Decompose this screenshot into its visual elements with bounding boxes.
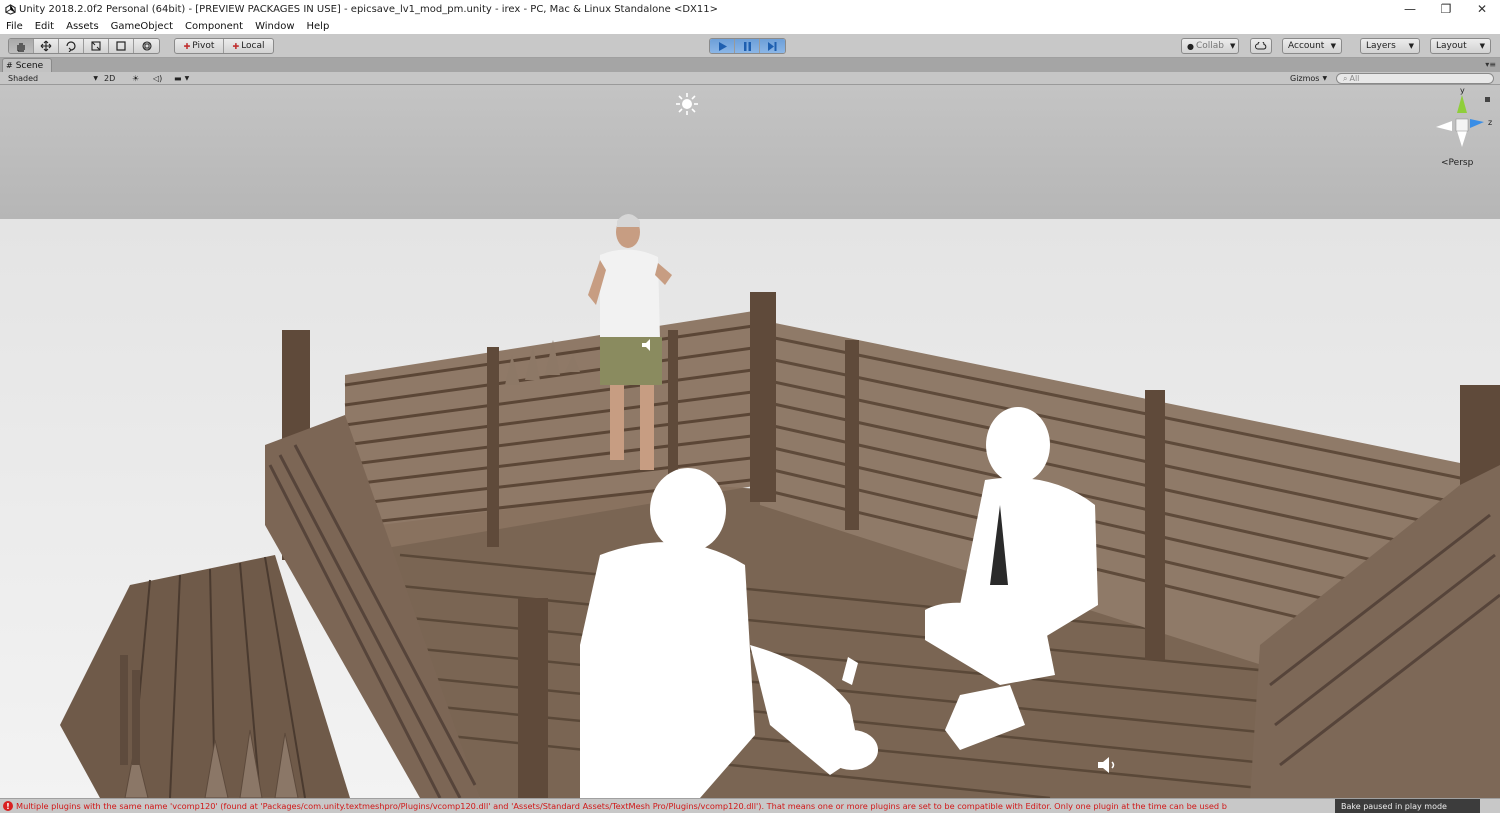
gizmos-dropdown[interactable]: Gizmos ▼ bbox=[1290, 72, 1327, 84]
tab-scene[interactable]: # Scene bbox=[2, 58, 52, 72]
menu-component[interactable]: Component bbox=[179, 21, 249, 32]
transform-icon bbox=[141, 41, 152, 51]
scene-tab-label: Scene bbox=[15, 60, 44, 71]
rotate-icon bbox=[66, 41, 76, 52]
grid-icon: # bbox=[6, 61, 13, 70]
chevron-down-icon: ▼ bbox=[1479, 42, 1485, 50]
search-icon: ⌕ bbox=[1343, 73, 1348, 83]
pivot-button[interactable]: ✚ Pivot bbox=[175, 39, 224, 53]
scale-tool-button[interactable] bbox=[84, 39, 109, 53]
projection-toggle[interactable]: <Persp bbox=[1441, 158, 1473, 168]
local-icon: ✚ bbox=[232, 41, 240, 51]
step-icon bbox=[768, 41, 777, 51]
menu-window[interactable]: Window bbox=[249, 21, 300, 32]
speaker-icon: ◁) bbox=[153, 73, 163, 83]
lighting-toggle[interactable]: ☀ bbox=[132, 72, 139, 84]
play-icon bbox=[718, 41, 727, 51]
cloud-icon bbox=[1255, 42, 1267, 50]
chevron-down-icon: ▼ bbox=[1230, 42, 1236, 50]
gizmo-y-label: y bbox=[1460, 86, 1465, 95]
chevron-down-icon: ▼ bbox=[1322, 74, 1328, 82]
search-input[interactable]: ⌕ All bbox=[1336, 73, 1494, 84]
hand-tool-button[interactable] bbox=[9, 39, 34, 53]
chevron-down-icon: ▼ bbox=[1330, 42, 1336, 50]
menu-bar: File Edit Assets GameObject Component Wi… bbox=[0, 18, 1500, 34]
sun-icon: ☀ bbox=[132, 73, 140, 83]
scene-viewport[interactable]: y z <Persp bbox=[0, 85, 1500, 798]
chevron-down-icon: ▼ bbox=[184, 74, 190, 82]
shading-mode-label: Shaded bbox=[8, 73, 39, 83]
maximize-button[interactable]: ❐ bbox=[1428, 0, 1464, 18]
mode-2d-label: 2D bbox=[104, 73, 116, 83]
pause-button[interactable] bbox=[735, 39, 760, 53]
bake-status: Bake paused in play mode bbox=[1335, 799, 1480, 813]
menu-edit[interactable]: Edit bbox=[29, 21, 60, 32]
collab-label: Collab bbox=[1195, 41, 1225, 51]
layout-label: Layout bbox=[1436, 41, 1467, 51]
title-bar: Unity 2018.2.0f2 Personal (64bit) - [PRE… bbox=[0, 0, 1500, 18]
rect-icon bbox=[116, 41, 126, 51]
effects-dropdown[interactable]: ▬ ▼ bbox=[174, 72, 189, 84]
layers-dropdown[interactable]: Layers ▼ bbox=[1360, 38, 1420, 54]
window-title: Unity 2018.2.0f2 Personal (64bit) - [PRE… bbox=[19, 3, 719, 15]
audio-toggle[interactable]: ◁) bbox=[153, 72, 162, 84]
directional-light-icon[interactable] bbox=[676, 93, 698, 115]
menu-gameobject[interactable]: GameObject bbox=[105, 21, 179, 32]
image-icon: ▬ bbox=[174, 73, 182, 83]
layers-label: Layers bbox=[1366, 41, 1396, 51]
scale-icon bbox=[91, 41, 101, 51]
transform-tools bbox=[8, 38, 160, 54]
mode-2d-button[interactable]: 2D bbox=[104, 72, 115, 84]
pivot-toggles: ✚ Pivot ✚ Local bbox=[174, 38, 274, 54]
unity-logo-icon bbox=[3, 2, 17, 16]
gizmos-label: Gizmos bbox=[1290, 73, 1320, 83]
scene-toolbar: Shaded ▼ 2D ☀ ◁) ▬ ▼ Gizmos ▼ ⌕ All bbox=[0, 72, 1500, 85]
search-placeholder: All bbox=[1349, 74, 1360, 83]
window-controls: — ❐ ✕ bbox=[1392, 0, 1500, 18]
projection-label: Persp bbox=[1448, 158, 1474, 168]
panel-menu-icon[interactable]: ▾≡ bbox=[1485, 60, 1496, 69]
collab-icon: ● bbox=[1187, 41, 1194, 51]
projection-icon: < bbox=[1441, 158, 1449, 168]
play-controls bbox=[709, 38, 786, 54]
play-button[interactable] bbox=[710, 39, 735, 53]
shading-mode-dropdown[interactable]: Shaded ▼ bbox=[8, 72, 98, 84]
rect-tool-button[interactable] bbox=[109, 39, 134, 53]
menu-assets[interactable]: Assets bbox=[60, 21, 105, 32]
main-toolbar: ✚ Pivot ✚ Local ● Collab ▼ Account ▼ Lay… bbox=[0, 34, 1500, 58]
layout-dropdown[interactable]: Layout ▼ bbox=[1430, 38, 1491, 54]
step-button[interactable] bbox=[760, 39, 785, 53]
minimize-button[interactable]: — bbox=[1392, 0, 1428, 18]
lock-icon[interactable] bbox=[1485, 97, 1490, 102]
pivot-label: Pivot bbox=[192, 41, 215, 51]
hand-icon bbox=[17, 42, 25, 52]
menu-file[interactable]: File bbox=[0, 21, 29, 32]
collab-dropdown[interactable]: ● Collab ▼ bbox=[1181, 38, 1239, 54]
cloud-button[interactable] bbox=[1250, 38, 1272, 54]
console-error-message[interactable]: Multiple plugins with the same name 'vco… bbox=[16, 801, 1344, 811]
account-dropdown[interactable]: Account ▼ bbox=[1282, 38, 1342, 54]
gizmo-z-label: z bbox=[1488, 118, 1492, 127]
scene-tabbar: # Scene ▾≡ bbox=[0, 58, 1500, 72]
move-tool-button[interactable] bbox=[34, 39, 59, 53]
account-label: Account bbox=[1288, 41, 1325, 51]
close-button[interactable]: ✕ bbox=[1464, 0, 1500, 18]
chevron-down-icon: ▼ bbox=[93, 74, 98, 82]
scene-render: y z bbox=[0, 85, 1500, 798]
move-icon bbox=[40, 40, 52, 52]
chevron-down-icon: ▼ bbox=[1408, 42, 1414, 50]
sky-backdrop bbox=[0, 85, 1500, 219]
error-icon: ! bbox=[3, 801, 13, 811]
transform-tool-button[interactable] bbox=[134, 39, 159, 53]
local-button[interactable]: ✚ Local bbox=[224, 39, 273, 53]
pause-icon bbox=[743, 41, 751, 51]
status-bar: ! Multiple plugins with the same name 'v… bbox=[0, 798, 1500, 813]
rotate-tool-button[interactable] bbox=[59, 39, 84, 53]
local-label: Local bbox=[241, 41, 265, 51]
menu-help[interactable]: Help bbox=[301, 21, 336, 32]
pivot-icon: ✚ bbox=[183, 41, 191, 51]
